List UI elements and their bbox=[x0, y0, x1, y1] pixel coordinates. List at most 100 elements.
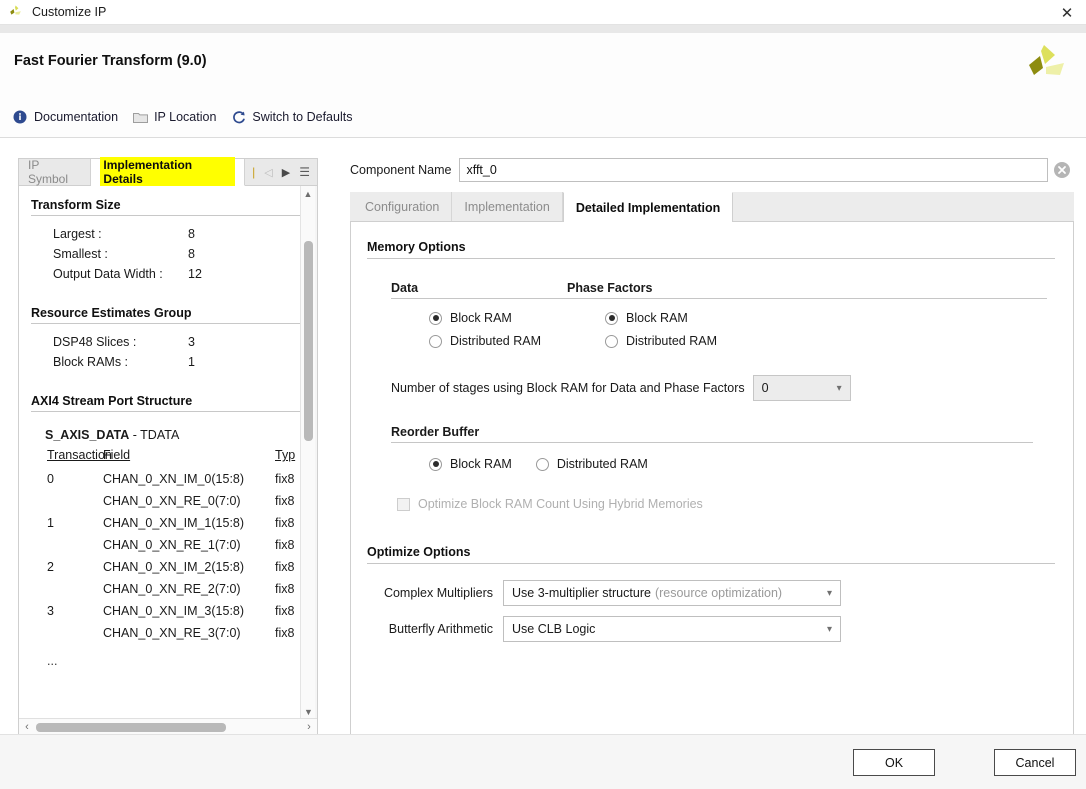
ip-toolbar: Documentation IP Location Switch to Defa… bbox=[8, 107, 362, 127]
complex-multipliers-dropdown[interactable]: Use 3-multiplier structure (resource opt… bbox=[503, 580, 841, 606]
detail-row: Block RAMs : 1 bbox=[19, 352, 301, 372]
port-suffix: - TDATA bbox=[129, 428, 180, 442]
tab-implementation[interactable]: Implementation bbox=[452, 192, 563, 221]
detail-value: 3 bbox=[188, 335, 195, 349]
radio-on-icon bbox=[605, 311, 618, 325]
cell-type: fix8 bbox=[275, 472, 295, 486]
table-ellipsis: ... bbox=[47, 654, 58, 668]
table-row: 1 CHAN_0_XN_IM_1(15:8) fix8 bbox=[47, 512, 301, 534]
cell-transaction: 3 bbox=[47, 604, 54, 618]
detail-key: Largest : bbox=[53, 227, 102, 241]
chevron-down-icon: ▾ bbox=[826, 587, 832, 599]
cell-transaction bbox=[47, 582, 103, 596]
tab-ip-symbol[interactable]: IP Symbol bbox=[19, 158, 92, 186]
group-rule bbox=[367, 563, 1055, 564]
left-panel-vertical-scrollbar[interactable]: ▲ ▼ bbox=[300, 186, 315, 719]
radio-reorder-block-ram-label: Block RAM bbox=[450, 457, 512, 471]
chevron-down-icon: ▾ bbox=[836, 382, 842, 394]
scroll-left-icon[interactable]: ‹ bbox=[19, 721, 35, 733]
table-row: 0 CHAN_0_XN_IM_0(15:8) fix8 bbox=[47, 468, 301, 490]
cell-transaction: 1 bbox=[47, 516, 54, 530]
cell-field: CHAN_0_XN_RE_2(7:0) bbox=[103, 582, 241, 596]
column-header-transaction: Transaction bbox=[47, 448, 112, 462]
radio-reorder-block-ram[interactable]: Block RAM bbox=[429, 457, 512, 471]
group-heading-optimize-options: Optimize Options bbox=[367, 545, 471, 559]
butterfly-arithmetic-dropdown[interactable]: Use CLB Logic ▾ bbox=[503, 616, 841, 642]
tab-menu-icon[interactable]: ☰ bbox=[299, 165, 310, 179]
cell-type: fix8 bbox=[275, 560, 295, 574]
table-row: 3 CHAN_0_XN_IM_3(15:8) fix8 bbox=[47, 600, 301, 622]
column-title-phase-factors: Phase Factors bbox=[567, 281, 653, 295]
folder-icon bbox=[132, 109, 148, 125]
ip-location-label: IP Location bbox=[154, 110, 217, 124]
tab-implementation-label: Implementation bbox=[464, 199, 550, 214]
detail-value: 1 bbox=[188, 355, 195, 369]
tab-implementation-details[interactable]: Implementation Details bbox=[91, 157, 246, 187]
complex-multipliers-value-note: (resource optimization) bbox=[654, 586, 783, 600]
cell-transaction: 0 bbox=[47, 472, 54, 486]
radio-data-block-ram[interactable]: Block RAM bbox=[429, 311, 567, 325]
left-panel-content: Transform Size Largest : 8 Smallest : 8 … bbox=[19, 186, 301, 719]
cell-transaction bbox=[47, 538, 103, 552]
butterfly-arithmetic-row: Butterfly Arithmetic Use CLB Logic ▾ bbox=[367, 616, 1073, 642]
detail-value: 8 bbox=[188, 227, 195, 241]
cell-type: fix8 bbox=[275, 538, 295, 552]
radio-reorder-distributed-ram-label: Distributed RAM bbox=[556, 457, 648, 471]
dialog-footer: OK Cancel bbox=[0, 734, 1086, 789]
switch-to-defaults-label: Switch to Defaults bbox=[252, 110, 353, 124]
radio-phase-distributed-ram[interactable]: Distributed RAM bbox=[605, 334, 1047, 348]
port-name: S_AXIS_DATA bbox=[45, 428, 130, 442]
scrollbar-thumb-horizontal[interactable] bbox=[36, 722, 226, 732]
detail-row: Smallest : 8 bbox=[19, 244, 301, 264]
group-rule bbox=[367, 258, 1055, 259]
detail-value: 8 bbox=[188, 247, 195, 261]
stages-dropdown[interactable]: 0 ▾ bbox=[752, 375, 851, 401]
scrollbar-thumb-vertical[interactable] bbox=[304, 241, 313, 441]
radio-reorder-distributed-ram[interactable]: Distributed RAM bbox=[535, 457, 648, 471]
column-rule bbox=[567, 298, 1047, 299]
vivado-logo-icon bbox=[8, 4, 24, 20]
tab-detailed-implementation[interactable]: Detailed Implementation bbox=[562, 192, 734, 222]
documentation-link[interactable]: Documentation bbox=[8, 107, 128, 127]
radio-data-distributed-ram[interactable]: Distributed RAM bbox=[429, 334, 567, 348]
component-name-row: Component Name bbox=[350, 158, 1074, 182]
next-arrow-icon[interactable]: ▶ bbox=[282, 166, 290, 179]
hybrid-memories-checkbox-row[interactable]: Optimize Block RAM Count Using Hybrid Me… bbox=[397, 497, 1073, 511]
group-heading-memory-options: Memory Options bbox=[367, 240, 466, 254]
cell-type: fix8 bbox=[275, 582, 295, 596]
header-divider-band bbox=[0, 25, 1086, 33]
prev-arrow-icon[interactable]: ◁ bbox=[264, 166, 272, 179]
radio-off-icon bbox=[605, 334, 618, 348]
port-structure-table: Transaction Field Typ 0 CHAN_0_XN_IM_0(1… bbox=[19, 448, 301, 668]
switch-to-defaults-link[interactable]: Switch to Defaults bbox=[226, 107, 362, 127]
cell-field: CHAN_0_XN_IM_0(15:8) bbox=[103, 472, 245, 486]
radio-data-distributed-ram-label: Distributed RAM bbox=[450, 334, 541, 348]
detail-key: Output Data Width : bbox=[53, 267, 163, 281]
cell-field: CHAN_0_XN_RE_3(7:0) bbox=[103, 626, 241, 640]
table-row: CHAN_0_XN_RE_3(7:0) fix8 bbox=[47, 622, 301, 644]
left-panel-horizontal-scrollbar[interactable]: ‹ › bbox=[19, 718, 317, 735]
radio-phase-block-ram[interactable]: Block RAM bbox=[605, 311, 1047, 325]
refresh-icon bbox=[230, 109, 246, 125]
cancel-button[interactable]: Cancel bbox=[994, 749, 1076, 776]
table-row: CHAN_0_XN_RE_0(7:0) fix8 bbox=[47, 490, 301, 512]
ip-location-link[interactable]: IP Location bbox=[128, 107, 226, 127]
detail-key: Smallest : bbox=[53, 247, 108, 261]
ok-button[interactable]: OK bbox=[853, 749, 935, 776]
scroll-down-icon[interactable]: ▼ bbox=[301, 704, 316, 719]
tab-configuration[interactable]: Configuration bbox=[353, 192, 453, 221]
close-icon[interactable]: ✕ bbox=[1058, 4, 1076, 22]
documentation-label: Documentation bbox=[34, 110, 119, 124]
radio-phase-block-ram-label: Block RAM bbox=[626, 311, 688, 325]
page-title: Fast Fourier Transform (9.0) bbox=[14, 53, 207, 69]
scroll-up-icon[interactable]: ▲ bbox=[301, 186, 315, 201]
component-name-input[interactable] bbox=[459, 158, 1048, 182]
phase-factors-column: Phase Factors Block RAM Distributed RAM bbox=[567, 281, 1047, 357]
clear-circle-icon[interactable] bbox=[1050, 158, 1074, 182]
butterfly-arithmetic-value: Use CLB Logic bbox=[512, 622, 596, 636]
column-header-field: Field bbox=[103, 448, 131, 462]
cell-type: fix8 bbox=[275, 494, 295, 508]
xilinx-logo-icon bbox=[1022, 41, 1068, 87]
cell-field: CHAN_0_XN_IM_1(15:8) bbox=[103, 516, 245, 530]
scroll-right-icon[interactable]: › bbox=[301, 721, 317, 733]
